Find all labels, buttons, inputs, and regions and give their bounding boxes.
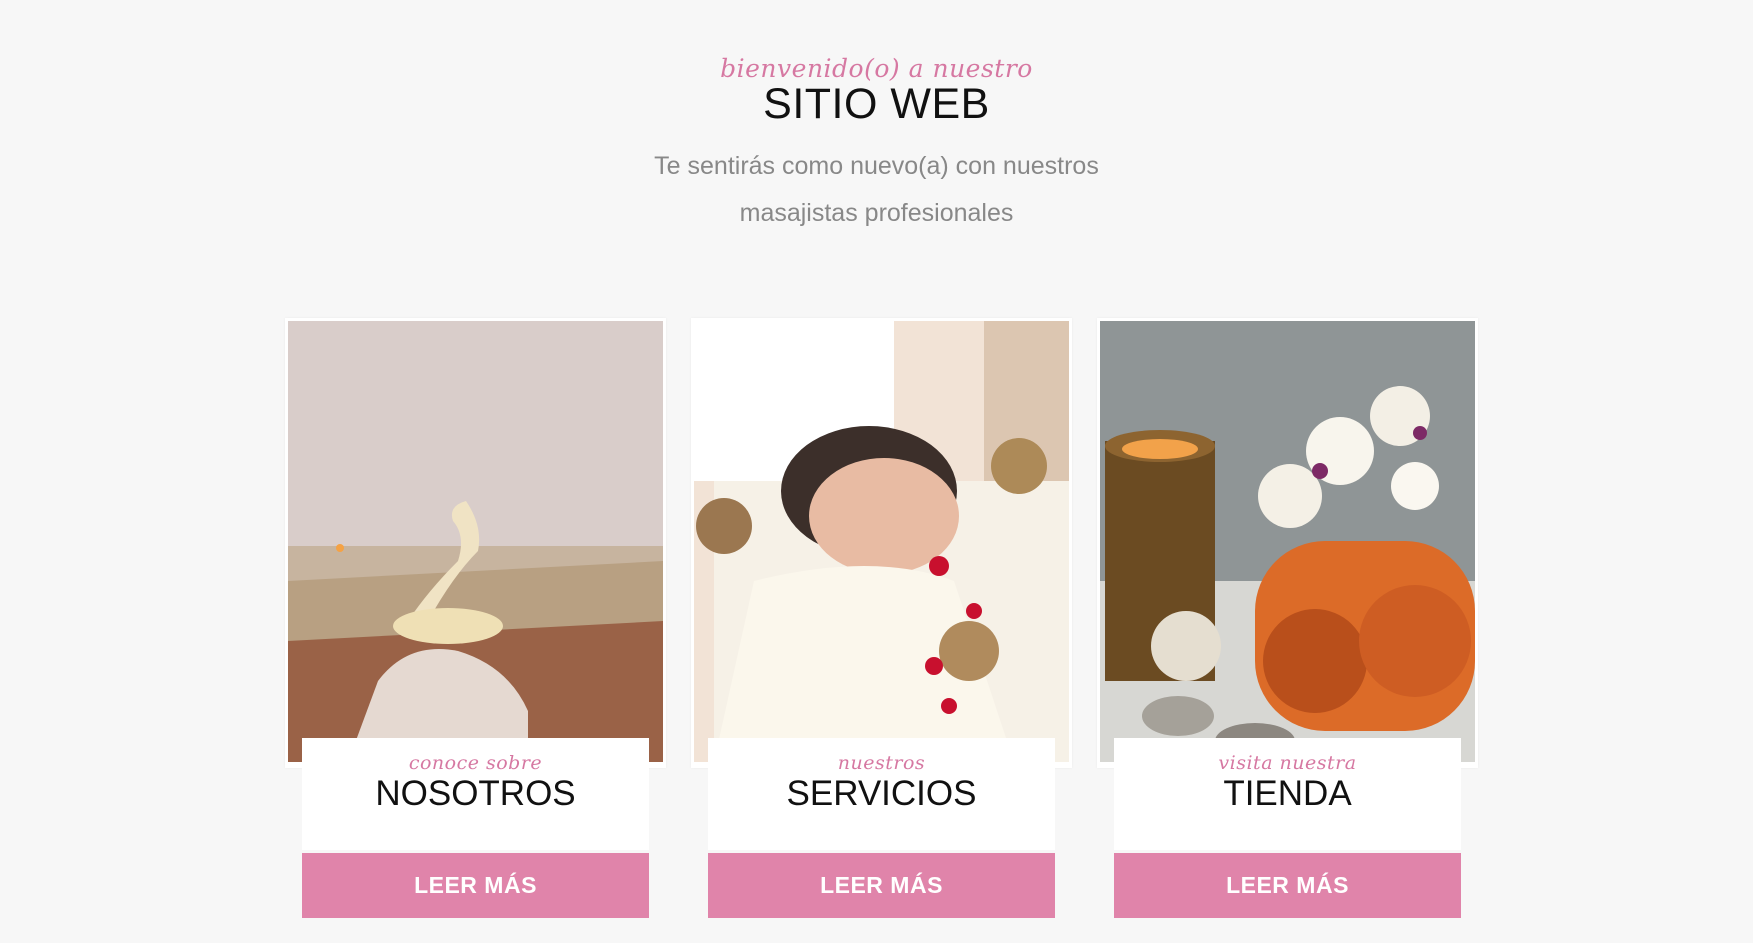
card-caption: nuestros SERVICIOS xyxy=(708,738,1055,850)
card-script-heading: conoce sobre xyxy=(408,752,543,774)
card-image-frame xyxy=(285,318,666,768)
card-image-frame xyxy=(1097,318,1478,768)
hero-title: SITIO WEB xyxy=(763,80,990,128)
hero-subtitle-line-1: Te sentirás como nuevo(a) con nuestros xyxy=(654,152,1099,180)
card-nosotros: conoce sobre NOSOTROS LEER MÁS xyxy=(285,318,666,918)
read-more-button-tienda[interactable]: LEER MÁS xyxy=(1114,853,1461,918)
read-more-button-nosotros[interactable]: LEER MÁS xyxy=(302,853,649,918)
card-title: SERVICIOS xyxy=(786,774,977,813)
card-caption: visita nuestra TIENDA xyxy=(1114,738,1461,850)
hero-subtitle-line-2: masajistas profesionales xyxy=(739,199,1014,227)
card-title: TIENDA xyxy=(1223,774,1352,813)
massage-client-image xyxy=(694,321,1069,762)
card-servicios: nuestros SERVICIOS LEER MÁS xyxy=(691,318,1072,918)
card-tienda: visita nuestra TIENDA LEER MÁS xyxy=(1097,318,1478,918)
card-image-frame xyxy=(691,318,1072,768)
hero-script-heading: bienvenido(o) a nuestro xyxy=(720,54,1033,83)
card-script-heading: nuestros xyxy=(837,752,926,774)
card-caption: conoce sobre NOSOTROS xyxy=(302,738,649,850)
hero-subtitle: Te sentirás como nuevo(a) con nuestros m… xyxy=(617,143,1137,237)
spa-room-image xyxy=(288,321,663,762)
card-script-heading: visita nuestra xyxy=(1218,752,1357,774)
read-more-button-servicios[interactable]: LEER MÁS xyxy=(708,853,1055,918)
spa-still-life-image xyxy=(1100,321,1475,762)
card-title: NOSOTROS xyxy=(375,774,576,813)
